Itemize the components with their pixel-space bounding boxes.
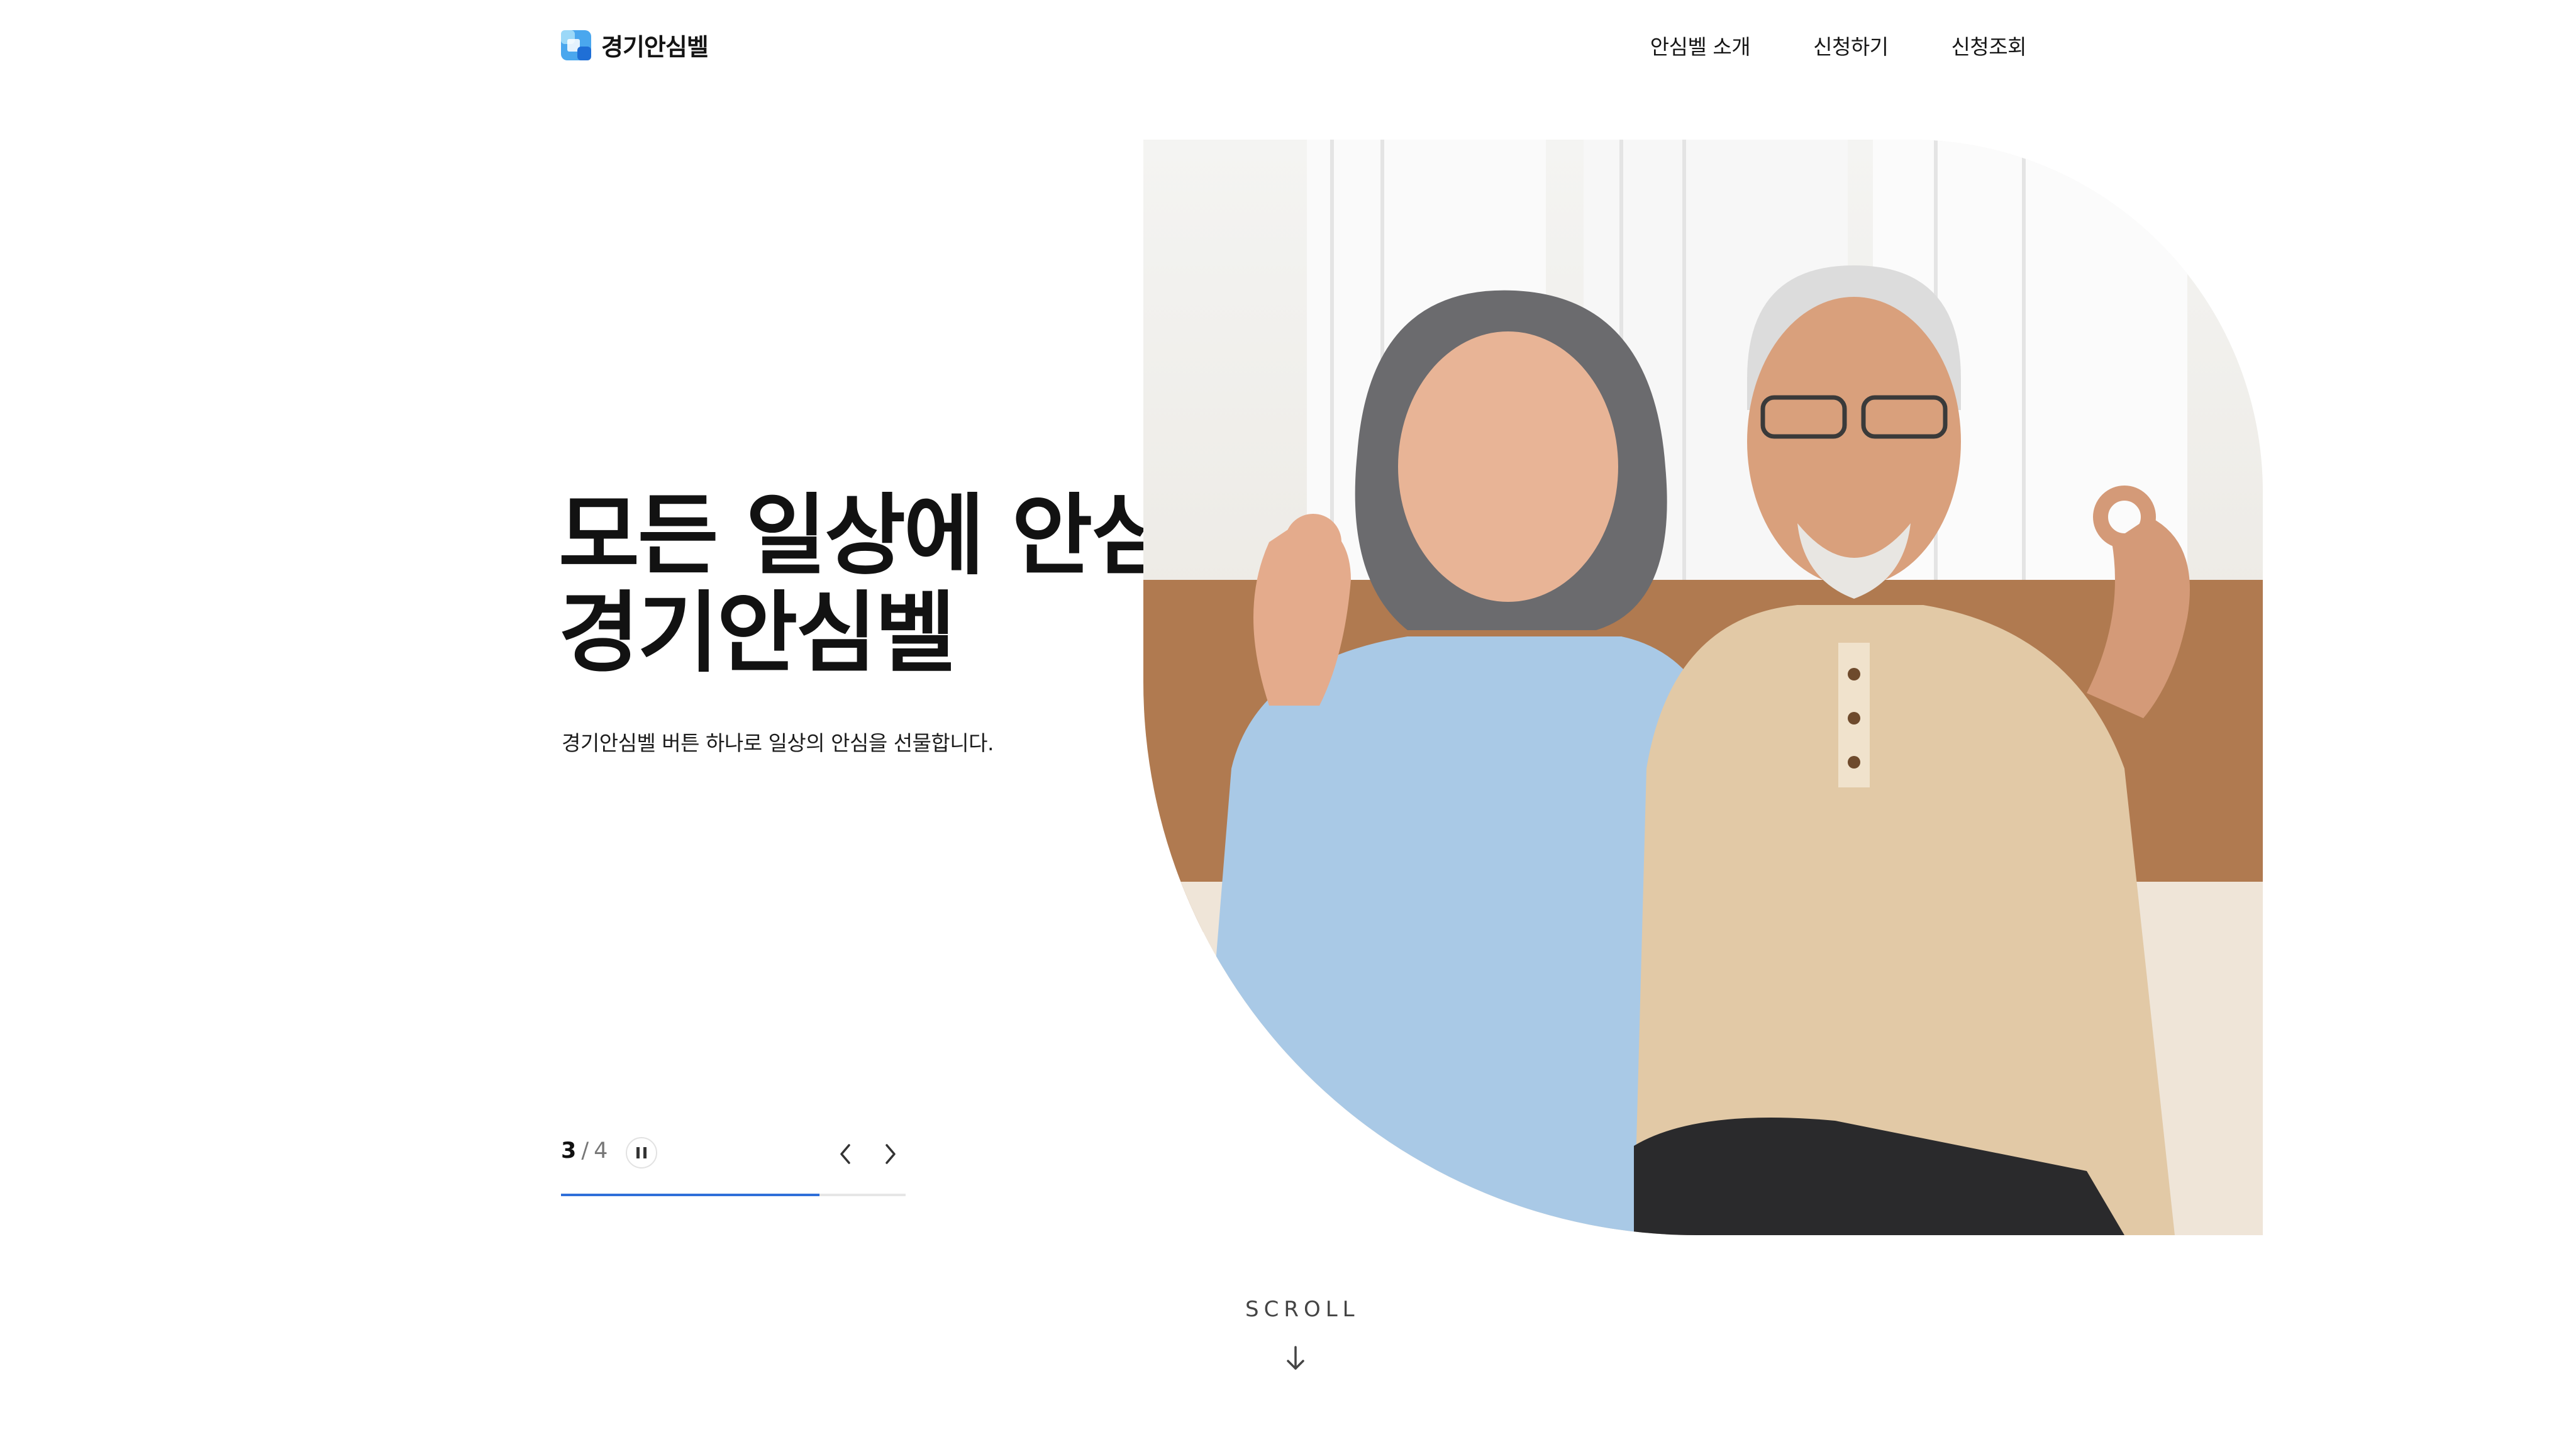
- site-logo[interactable]: 경기안심벨: [561, 28, 709, 62]
- chevron-right-icon: [886, 1144, 896, 1164]
- slide-total: 4: [594, 1138, 608, 1163]
- slide-separator: /: [581, 1138, 589, 1163]
- main-nav: 안심벨 소개 신청하기 신청조회: [1650, 30, 2027, 60]
- hero-image-senior-couple: [1143, 140, 2263, 1235]
- scroll-label: SCROLL: [1245, 1297, 1360, 1322]
- pause-icon: [636, 1147, 647, 1158]
- chevron-left-icon: [840, 1144, 850, 1164]
- pause-button[interactable]: [626, 1137, 657, 1169]
- logo-text: 경기안심벨: [601, 33, 709, 61]
- arrow-down-icon[interactable]: [1284, 1345, 1307, 1372]
- slide-progress-fill: [561, 1194, 819, 1196]
- gyeonggi-bell-logo-icon: [561, 30, 591, 60]
- nav-item-intro[interactable]: 안심벨 소개: [1650, 30, 1751, 60]
- slide-progress-bar: [561, 1194, 906, 1196]
- slide-counter: 3 / 4: [561, 1138, 608, 1163]
- hero-subtitle: 경기안심벨 버튼 하나로 일상의 안심을 선물합니다.: [562, 731, 994, 755]
- nav-item-apply[interactable]: 신청하기: [1813, 30, 1889, 60]
- nav-item-status[interactable]: 신청조회: [1951, 30, 2027, 60]
- next-slide-button[interactable]: [874, 1138, 906, 1170]
- prev-slide-button[interactable]: [830, 1138, 862, 1170]
- site-header: 경기안심벨 안심벨 소개 신청하기 신청조회: [0, 0, 2576, 88]
- slide-current: 3: [561, 1138, 577, 1163]
